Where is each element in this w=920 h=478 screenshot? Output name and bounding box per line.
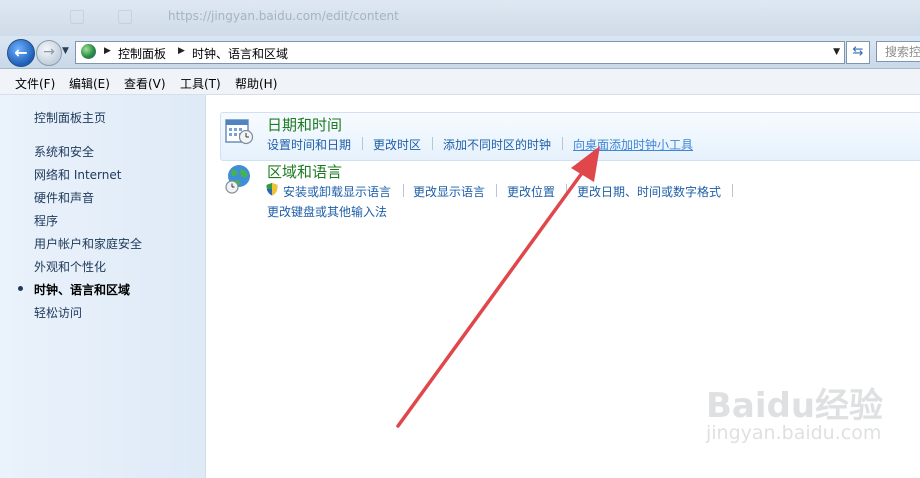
link-change-date-number-format[interactable]: 更改日期、时间或数字格式: [577, 183, 721, 200]
category-region-language-title[interactable]: 区域和语言: [267, 161, 342, 182]
watermark-logo: Baidu经验: [706, 386, 884, 426]
title-bar: https://jingyan.baidu.com/edit/content: [0, 0, 920, 36]
title-text: https://jingyan.baidu.com/edit/content: [168, 9, 399, 23]
address-dropdown-icon[interactable]: ▼: [833, 47, 840, 57]
breadcrumb-current[interactable]: 时钟、语言和区域: [192, 45, 288, 62]
back-button[interactable]: ←: [7, 39, 35, 67]
link-divider: [403, 184, 404, 197]
recent-pages-dropdown-icon[interactable]: ▼: [62, 46, 69, 56]
link-add-clocks[interactable]: 添加不同时区的时钟: [443, 136, 551, 153]
sidebar-item-programs[interactable]: 程序: [34, 212, 58, 229]
watermark-url: jingyan.baidu.com: [706, 422, 882, 444]
sidebar-item-user-accounts[interactable]: 用户帐户和家庭安全: [34, 235, 142, 252]
menu-bar: 文件(F) 编辑(E) 查看(V) 工具(T) 帮助(H): [0, 69, 920, 95]
sidebar-item-network[interactable]: 网络和 Internet: [34, 166, 121, 183]
link-divider: [566, 184, 567, 197]
forward-button[interactable]: →: [36, 40, 62, 66]
link-divider: [496, 184, 497, 197]
category-date-time-title[interactable]: 日期和时间: [267, 114, 342, 135]
search-input[interactable]: 搜索控: [876, 41, 920, 62]
control-panel-icon: [81, 44, 96, 59]
sidebar-item-home[interactable]: 控制面板主页: [34, 109, 106, 126]
link-change-keyboard-input[interactable]: 更改键盘或其他输入法: [267, 203, 387, 220]
active-item-bullet: [18, 286, 23, 291]
globe-clock-icon: [225, 165, 250, 194]
uac-shield-icon: [266, 183, 278, 196]
link-divider: [732, 184, 733, 197]
link-add-clock-gadget[interactable]: 向桌面添加时钟小工具: [573, 136, 693, 153]
link-divider: [432, 137, 433, 150]
navigation-bar: ← → ▼ ▶ 控制面板 ▶ 时钟、语言和区域 ▼ ⇆ 搜索控: [0, 36, 920, 69]
sidebar-item-appearance[interactable]: 外观和个性化: [34, 258, 106, 275]
link-set-time-date[interactable]: 设置时间和日期: [267, 136, 351, 153]
menu-edit[interactable]: 编辑(E): [69, 75, 110, 92]
link-change-time-zone[interactable]: 更改时区: [373, 136, 421, 153]
breadcrumb-control-panel[interactable]: 控制面板: [118, 45, 166, 62]
link-install-display-language[interactable]: 安装或卸载显示语言: [283, 183, 391, 200]
sidebar-item-clock-language-region[interactable]: 时钟、语言和区域: [34, 281, 130, 298]
menu-file[interactable]: 文件(F): [15, 75, 55, 92]
sidebar-item-system-security[interactable]: 系统和安全: [34, 143, 94, 160]
address-bar[interactable]: ▶ 控制面板 ▶ 时钟、语言和区域 ▼: [75, 41, 845, 64]
link-change-display-language[interactable]: 更改显示语言: [413, 183, 485, 200]
menu-help[interactable]: 帮助(H): [235, 75, 277, 92]
link-change-location[interactable]: 更改位置: [507, 183, 555, 200]
chevron-right-icon[interactable]: ▶: [104, 46, 111, 56]
menu-tools[interactable]: 工具(T): [180, 75, 221, 92]
window-control-button[interactable]: [70, 10, 84, 24]
link-divider: [362, 137, 363, 150]
menu-view[interactable]: 查看(V): [124, 75, 166, 92]
refresh-button[interactable]: ⇆: [846, 41, 870, 64]
baidu-watermark: Baidu经验 jingyan.baidu.com: [690, 378, 910, 458]
sidebar-item-hardware-sound[interactable]: 硬件和声音: [34, 189, 94, 206]
sidebar-item-ease-of-access[interactable]: 轻松访问: [34, 304, 82, 321]
calendar-clock-icon: [225, 119, 254, 145]
window-control-button[interactable]: [118, 10, 132, 24]
link-divider: [562, 137, 563, 150]
chevron-right-icon[interactable]: ▶: [178, 46, 185, 56]
